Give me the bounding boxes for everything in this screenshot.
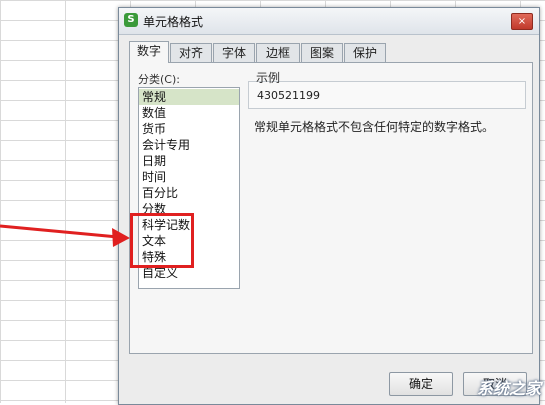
category-item-time[interactable]: 时间: [139, 169, 239, 185]
sample-box: 430521199: [248, 81, 526, 109]
tab-border[interactable]: 边框: [256, 43, 300, 62]
tab-number[interactable]: 数字: [129, 41, 169, 63]
tab-protection[interactable]: 保护: [344, 43, 386, 62]
tab-font[interactable]: 字体: [213, 43, 255, 62]
ok-button[interactable]: 确定: [389, 372, 453, 396]
category-item-currency[interactable]: 货币: [139, 121, 239, 137]
format-cells-dialog: S 单元格格式 × 数字 对齐 字体 边框 图案 保护 分类(C): 常规 数值…: [118, 7, 540, 405]
category-item-accounting[interactable]: 会计专用: [139, 137, 239, 153]
arrow-shaft: [0, 224, 119, 239]
dialog-title: 单元格格式: [143, 15, 204, 29]
sample-value: 430521199: [257, 89, 320, 102]
wps-spreadsheet-icon: S: [124, 13, 138, 27]
red-highlight-box: [130, 213, 194, 268]
tab-alignment[interactable]: 对齐: [170, 43, 212, 62]
red-arrow-annotation: [0, 224, 130, 247]
format-description: 常规单元格格式不包含任何特定的数字格式。: [254, 120, 495, 134]
arrow-head: [112, 228, 130, 247]
category-item-general[interactable]: 常规: [139, 89, 239, 105]
close-button[interactable]: ×: [511, 13, 533, 30]
number-tab-panel: 分类(C): 常规 数值 货币 会计专用 日期 时间 百分比 分数 科学记数 文…: [129, 62, 533, 354]
watermark-logo: 系统之家: [476, 379, 541, 398]
category-item-number[interactable]: 数值: [139, 105, 239, 121]
tab-pattern[interactable]: 图案: [301, 43, 343, 62]
category-item-percentage[interactable]: 百分比: [139, 185, 239, 201]
category-label: 分类(C):: [138, 73, 180, 86]
sample-label: 示例: [256, 71, 281, 85]
category-item-date[interactable]: 日期: [139, 153, 239, 169]
dialog-titlebar[interactable]: S 单元格格式 ×: [119, 8, 539, 35]
